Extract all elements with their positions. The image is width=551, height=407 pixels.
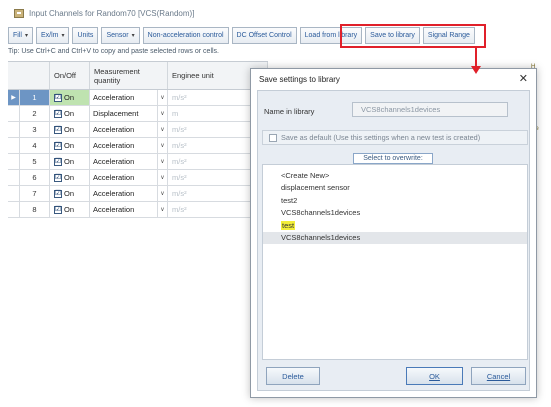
- chevron-down-icon: ▾: [24, 33, 28, 39]
- name-in-library-input[interactable]: VCS8channels1devices: [352, 102, 508, 117]
- row-number: 5: [20, 154, 50, 169]
- onoff-cell[interactable]: ☑ On: [50, 90, 90, 105]
- library-list[interactable]: <Create New> displacement sensor test2 V…: [262, 164, 528, 360]
- row-number: 7: [20, 186, 50, 201]
- save-as-default-checkbox[interactable]: Save as default (Use this settings when …: [262, 130, 528, 145]
- list-item[interactable]: test: [263, 219, 527, 232]
- checkbox-checked-icon[interactable]: ☑: [54, 109, 62, 118]
- row-number: 3: [20, 122, 50, 137]
- row-number: 8: [20, 202, 50, 217]
- highlighted-item-text: test: [281, 220, 296, 230]
- row-number: 6: [20, 170, 50, 185]
- measurement-cell[interactable]: Acceleration: [90, 154, 158, 169]
- grid-header: On/Off Measurement quantity Enginee unit: [8, 62, 268, 90]
- checkbox-checked-icon[interactable]: ☑: [54, 125, 62, 134]
- row-number: 1: [20, 90, 50, 105]
- chevron-down-icon: ▾: [61, 33, 65, 39]
- onoff-cell[interactable]: ☑ On: [50, 170, 90, 185]
- channels-grid: On/Off Measurement quantity Enginee unit…: [8, 61, 268, 218]
- list-item[interactable]: VCS8channels1devices: [263, 207, 527, 220]
- row-number: 2: [20, 106, 50, 121]
- table-row[interactable]: 2 ☑ On Displacement ∨ m: [8, 106, 268, 122]
- select-to-overwrite-label: Select to overwrite:: [353, 153, 433, 164]
- measurement-cell[interactable]: Acceleration: [90, 202, 158, 217]
- measurement-cell[interactable]: Acceleration: [90, 90, 158, 105]
- list-item-selected[interactable]: VCS8channels1devices: [263, 231, 527, 244]
- chevron-down-icon[interactable]: ∨: [158, 90, 168, 105]
- tip-text: Tip: Use Ctrl+C and Ctrl+V to copy and p…: [8, 48, 219, 55]
- fill-button[interactable]: Fill ▾: [8, 27, 33, 44]
- row-pointer-icon: ▶: [8, 90, 20, 105]
- chevron-down-icon[interactable]: ∨: [158, 170, 168, 185]
- chevron-down-icon[interactable]: ∨: [158, 122, 168, 137]
- list-item[interactable]: <Create New>: [263, 169, 527, 182]
- table-row[interactable]: 7 ☑ On Acceleration ∨ m/s²: [8, 186, 268, 202]
- annotation-highlight-box: [340, 24, 486, 48]
- checkbox-checked-icon[interactable]: ☑: [54, 173, 62, 182]
- column-header-measurement[interactable]: Measurement quantity: [90, 62, 168, 89]
- chevron-down-icon[interactable]: ∨: [158, 186, 168, 201]
- onoff-cell[interactable]: ☑ On: [50, 154, 90, 169]
- checkbox-checked-icon[interactable]: ☑: [54, 141, 62, 150]
- chevron-down-icon: ▾: [131, 33, 135, 39]
- chevron-down-icon[interactable]: ∨: [158, 106, 168, 121]
- save-as-default-label: Save as default (Use this settings when …: [281, 133, 481, 142]
- measurement-cell[interactable]: Acceleration: [90, 138, 158, 153]
- window-title: Input Channels for Random70 [VCS(Random)…: [29, 8, 195, 18]
- sensor-button[interactable]: Sensor ▾: [101, 27, 140, 44]
- exlm-button[interactable]: Ex/lm ▾: [35, 27, 70, 44]
- chevron-down-icon[interactable]: ∨: [158, 154, 168, 169]
- row-pointer-cell: [8, 202, 20, 217]
- onoff-cell[interactable]: ☑ On: [50, 202, 90, 217]
- row-pointer-cell: [8, 106, 20, 121]
- dialog-title: Save settings to library: [259, 74, 340, 84]
- list-item[interactable]: test2: [263, 194, 527, 207]
- checkbox-checked-icon[interactable]: ☑: [54, 157, 62, 166]
- cancel-button[interactable]: Cancel: [471, 367, 526, 385]
- app-window: Input Channels for Random70 [VCS(Random)…: [0, 0, 551, 407]
- non-acceleration-control-button[interactable]: Non-acceleration control: [142, 27, 229, 44]
- close-icon[interactable]: ✕: [519, 72, 528, 85]
- row-pointer-cell: [8, 154, 20, 169]
- onoff-cell[interactable]: ☑ On: [50, 122, 90, 137]
- measurement-cell[interactable]: Acceleration: [90, 122, 158, 137]
- table-row[interactable]: ▶ 1 ☑ On Acceleration ∨ m/s²: [8, 90, 268, 106]
- measurement-cell[interactable]: Acceleration: [90, 170, 158, 185]
- dialog-body: Name in library VCS8channels1devices Sav…: [257, 90, 530, 391]
- window-titlebar: Input Channels for Random70 [VCS(Random)…: [0, 0, 551, 26]
- ok-button[interactable]: OK: [406, 367, 463, 385]
- units-button[interactable]: Units: [72, 27, 99, 44]
- table-row[interactable]: 5 ☑ On Acceleration ∨ m/s²: [8, 154, 268, 170]
- save-settings-dialog: Save settings to library ✕ Name in libra…: [250, 68, 537, 398]
- row-pointer-cell: [8, 122, 20, 137]
- annotation-arrow-head: [471, 66, 481, 74]
- checkbox-checked-icon[interactable]: ☑: [54, 205, 62, 214]
- table-row[interactable]: 8 ☑ On Acceleration ∨ m/s²: [8, 202, 268, 218]
- checkbox-checked-icon[interactable]: ☑: [54, 189, 62, 198]
- name-in-library-label: Name in library: [264, 107, 315, 116]
- row-pointer-cell: [8, 138, 20, 153]
- measurement-cell[interactable]: Displacement: [90, 106, 158, 121]
- onoff-cell[interactable]: ☑ On: [50, 138, 90, 153]
- list-item[interactable]: displacement sensor: [263, 182, 527, 195]
- channels-window-icon: [14, 8, 24, 18]
- table-row[interactable]: 3 ☑ On Acceleration ∨ m/s²: [8, 122, 268, 138]
- row-header-corner: [8, 62, 50, 89]
- column-header-onoff[interactable]: On/Off: [50, 62, 90, 89]
- row-pointer-cell: [8, 186, 20, 201]
- checkbox-unchecked-icon[interactable]: [269, 133, 277, 142]
- table-row[interactable]: 4 ☑ On Acceleration ∨ m/s²: [8, 138, 268, 154]
- row-pointer-cell: [8, 170, 20, 185]
- checkbox-checked-icon[interactable]: ☑: [54, 93, 62, 102]
- table-row[interactable]: 6 ☑ On Acceleration ∨ m/s²: [8, 170, 268, 186]
- onoff-cell[interactable]: ☑ On: [50, 106, 90, 121]
- onoff-cell[interactable]: ☑ On: [50, 186, 90, 201]
- delete-button[interactable]: Delete: [266, 367, 320, 385]
- chevron-down-icon[interactable]: ∨: [158, 138, 168, 153]
- chevron-down-icon[interactable]: ∨: [158, 202, 168, 217]
- dc-offset-control-button[interactable]: DC Offset Control: [231, 27, 297, 44]
- measurement-cell[interactable]: Acceleration: [90, 186, 158, 201]
- row-number: 4: [20, 138, 50, 153]
